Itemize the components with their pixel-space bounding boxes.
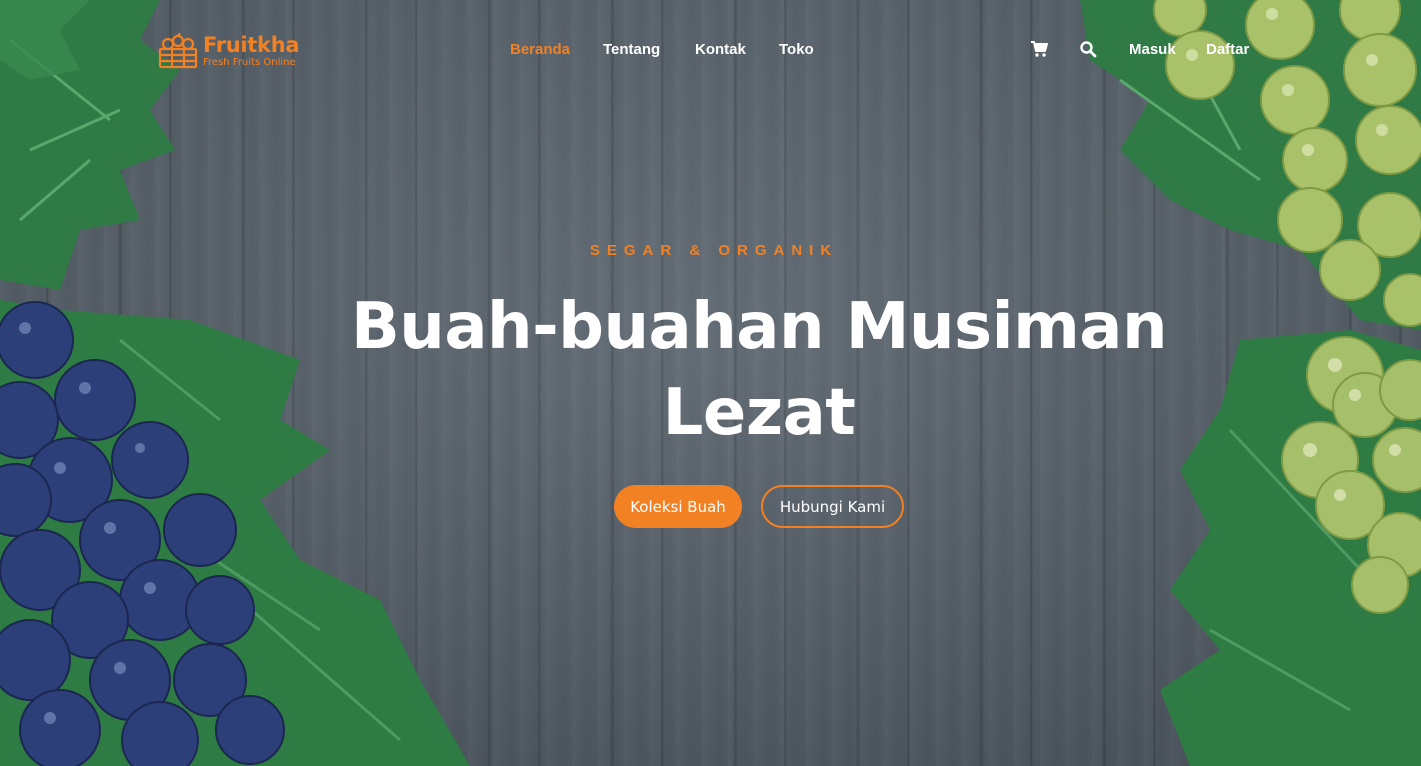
fruit-collection-button[interactable]: Koleksi Buah: [614, 485, 742, 528]
login-link[interactable]: Masuk: [1129, 41, 1176, 58]
search-icon[interactable]: [1079, 40, 1097, 58]
nav-kontak[interactable]: Kontak: [695, 41, 746, 58]
hero-subtitle: SEGAR & ORGANIK: [589, 242, 839, 259]
fruit-basket-icon: [158, 33, 198, 69]
site-header: Fruitkha Fresh Fruits Online Beranda Ten…: [0, 0, 1421, 100]
nav-toko[interactable]: Toko: [779, 41, 814, 58]
register-link[interactable]: Daftar: [1206, 41, 1249, 58]
brand-tagline: Fresh Fruits Online: [203, 57, 296, 68]
nav-tentang[interactable]: Tentang: [603, 41, 660, 58]
hero-title: Buah-buahan Musiman Lezat: [350, 290, 1168, 450]
contact-us-button[interactable]: Hubungi Kami: [761, 485, 904, 528]
nav-beranda[interactable]: Beranda: [510, 41, 570, 58]
shopping-cart-icon[interactable]: [1030, 40, 1048, 58]
brand-name: Fruitkha: [203, 33, 300, 57]
brand-logo[interactable]: Fruitkha Fresh Fruits Online: [158, 33, 308, 71]
